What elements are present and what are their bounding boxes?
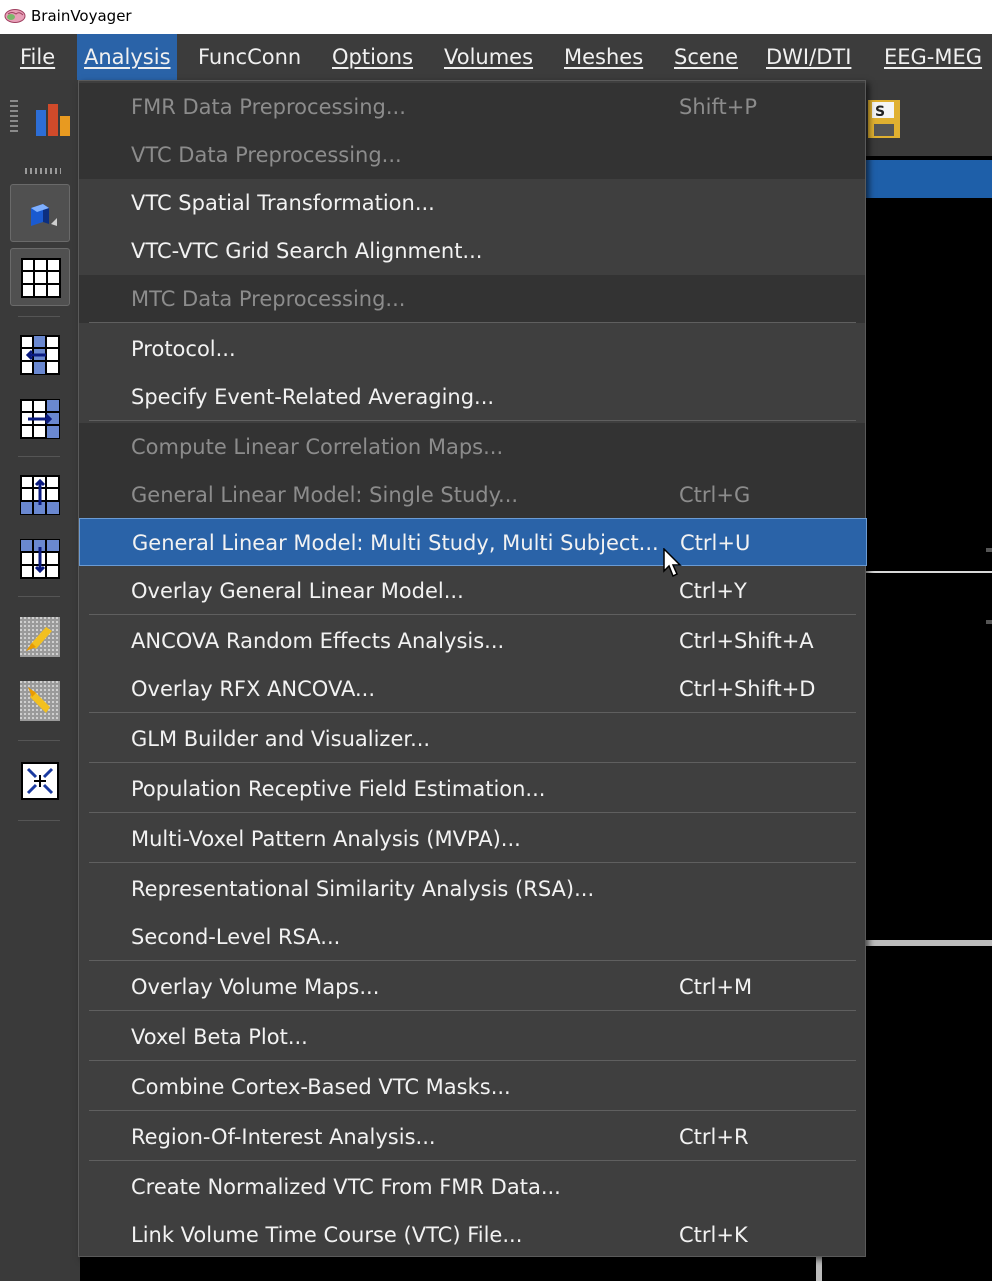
menu-separator — [89, 862, 856, 863]
menu-item-voxel-beta-plot[interactable]: Voxel Beta Plot... — [79, 1013, 865, 1061]
bar-chart-icon[interactable] — [34, 96, 78, 140]
title-bar: BrainVoyager — [0, 0, 992, 34]
menu-item-overlay-volume-maps[interactable]: Overlay Volume Maps... Ctrl+M — [79, 963, 865, 1011]
crosshair-icon — [21, 762, 59, 800]
tool-grid-view[interactable] — [10, 248, 70, 306]
menu-item-roi-analysis[interactable]: Region-Of-Interest Analysis... Ctrl+R — [79, 1113, 865, 1161]
menu-item-event-related-averaging[interactable]: Specify Event-Related Averaging... — [79, 373, 865, 421]
menu-eeg-meg[interactable]: EEG-MEG — [884, 34, 982, 80]
menu-item-glm-builder[interactable]: GLM Builder and Visualizer... — [79, 715, 865, 763]
menu-separator — [89, 420, 856, 421]
menu-item-vtc-grid-search-alignment[interactable]: VTC-VTC Grid Search Alignment... — [79, 227, 865, 275]
menu-analysis[interactable]: Analysis — [77, 34, 177, 80]
menu-separator — [89, 960, 856, 961]
separator — [18, 740, 60, 741]
menu-item-combine-cortex-vtc-masks[interactable]: Combine Cortex-Based VTC Masks... — [79, 1063, 865, 1111]
view-divider — [866, 940, 992, 946]
menu-item-glm-single-study[interactable]: General Linear Model: Single Study... Ctr… — [79, 471, 865, 519]
grid-transform-icon — [20, 399, 60, 439]
menu-item-mvpa[interactable]: Multi-Voxel Pattern Analysis (MVPA)... — [79, 815, 865, 863]
menu-item-prf-estimation[interactable]: Population Receptive Field Estimation... — [79, 765, 865, 813]
tool-brush-1[interactable] — [10, 608, 70, 666]
menu-file[interactable]: File — [8, 34, 60, 80]
grid-transform-icon — [20, 539, 60, 579]
view-divider — [866, 571, 992, 573]
menu-separator — [89, 1110, 856, 1111]
menu-item-vtc-data-preprocessing[interactable]: VTC Data Preprocessing... — [79, 131, 865, 179]
menu-meshes[interactable]: Meshes — [564, 34, 643, 80]
menu-separator — [89, 1060, 856, 1061]
tool-3d-view[interactable] — [10, 184, 70, 242]
separator — [18, 316, 60, 317]
separator — [18, 456, 60, 457]
menu-funcconn[interactable]: FuncConn — [198, 34, 301, 80]
menu-item-protocol[interactable]: Protocol... — [79, 325, 865, 373]
view-header-bar — [866, 160, 992, 198]
menu-separator — [89, 712, 856, 713]
view-tick — [986, 620, 992, 624]
menu-item-rsa[interactable]: Representational Similarity Analysis (RS… — [79, 865, 865, 913]
brain-icon — [4, 9, 26, 23]
grid-icon — [21, 258, 61, 298]
menu-item-overlay-rfx-ancova[interactable]: Overlay RFX ANCOVA... Ctrl+Shift+D — [79, 665, 865, 713]
tool-brush-2[interactable] — [10, 672, 70, 730]
menu-item-ancova-rfx[interactable]: ANCOVA Random Effects Analysis... Ctrl+Sh… — [79, 617, 865, 665]
menu-separator — [89, 322, 856, 323]
menu-separator — [89, 762, 856, 763]
menu-item-vtc-spatial-transformation[interactable]: VTC Spatial Transformation... — [79, 179, 865, 227]
menu-scene[interactable]: Scene — [674, 34, 738, 80]
menu-item-create-normalized-vtc[interactable]: Create Normalized VTC From FMR Data... — [79, 1163, 865, 1211]
grid-transform-icon — [20, 475, 60, 515]
menu-item-glm-multi-study[interactable]: General Linear Model: Multi Study, Multi… — [79, 518, 867, 566]
tool-grid-transform-4[interactable] — [10, 530, 70, 588]
toolbar-grip[interactable] — [10, 100, 18, 134]
menu-item-mtc-data-preprocessing[interactable]: MTC Data Preprocessing... — [79, 275, 865, 323]
menu-separator — [89, 812, 856, 813]
save-icon[interactable]: S — [868, 100, 900, 138]
menu-dwi-dti[interactable]: DWI/DTI — [766, 34, 851, 80]
tool-grid-transform-1[interactable] — [10, 326, 70, 384]
brush-icon — [20, 617, 60, 657]
menu-separator — [89, 1160, 856, 1161]
menu-volumes[interactable]: Volumes — [444, 34, 533, 80]
panel-grip[interactable] — [25, 168, 61, 174]
view-tick — [986, 548, 992, 552]
tool-grid-transform-3[interactable] — [10, 466, 70, 524]
mouse-cursor-icon — [663, 548, 682, 578]
svg-text:S: S — [875, 104, 885, 120]
tool-grid-transform-2[interactable] — [10, 390, 70, 448]
separator — [18, 596, 60, 597]
menu-item-second-level-rsa[interactable]: Second-Level RSA... — [79, 913, 865, 961]
menu-options[interactable]: Options — [332, 34, 413, 80]
menu-item-link-vtc-file[interactable]: Link Volume Time Course (VTC) File... Ctr… — [79, 1211, 865, 1259]
analysis-menu: FMR Data Preprocessing... Shift+P VTC Dat… — [78, 80, 867, 1259]
menu-item-overlay-glm[interactable]: Overlay General Linear Model... Ctrl+Y — [79, 567, 865, 615]
tool-crosshair[interactable] — [10, 752, 70, 810]
menu-bar: File Analysis FuncConn Options Volumes M… — [0, 34, 992, 80]
menu-item-linear-correlation-maps[interactable]: Compute Linear Correlation Maps... — [79, 423, 865, 471]
menu-separator — [89, 1010, 856, 1011]
separator — [18, 820, 60, 821]
menu-separator — [89, 614, 856, 615]
grid-transform-icon — [20, 335, 60, 375]
brush-icon — [20, 681, 60, 721]
cube-icon — [31, 204, 57, 226]
window-title: BrainVoyager — [31, 7, 132, 25]
menu-item-fmr-data-preprocessing[interactable]: FMR Data Preprocessing... Shift+P — [79, 83, 865, 131]
